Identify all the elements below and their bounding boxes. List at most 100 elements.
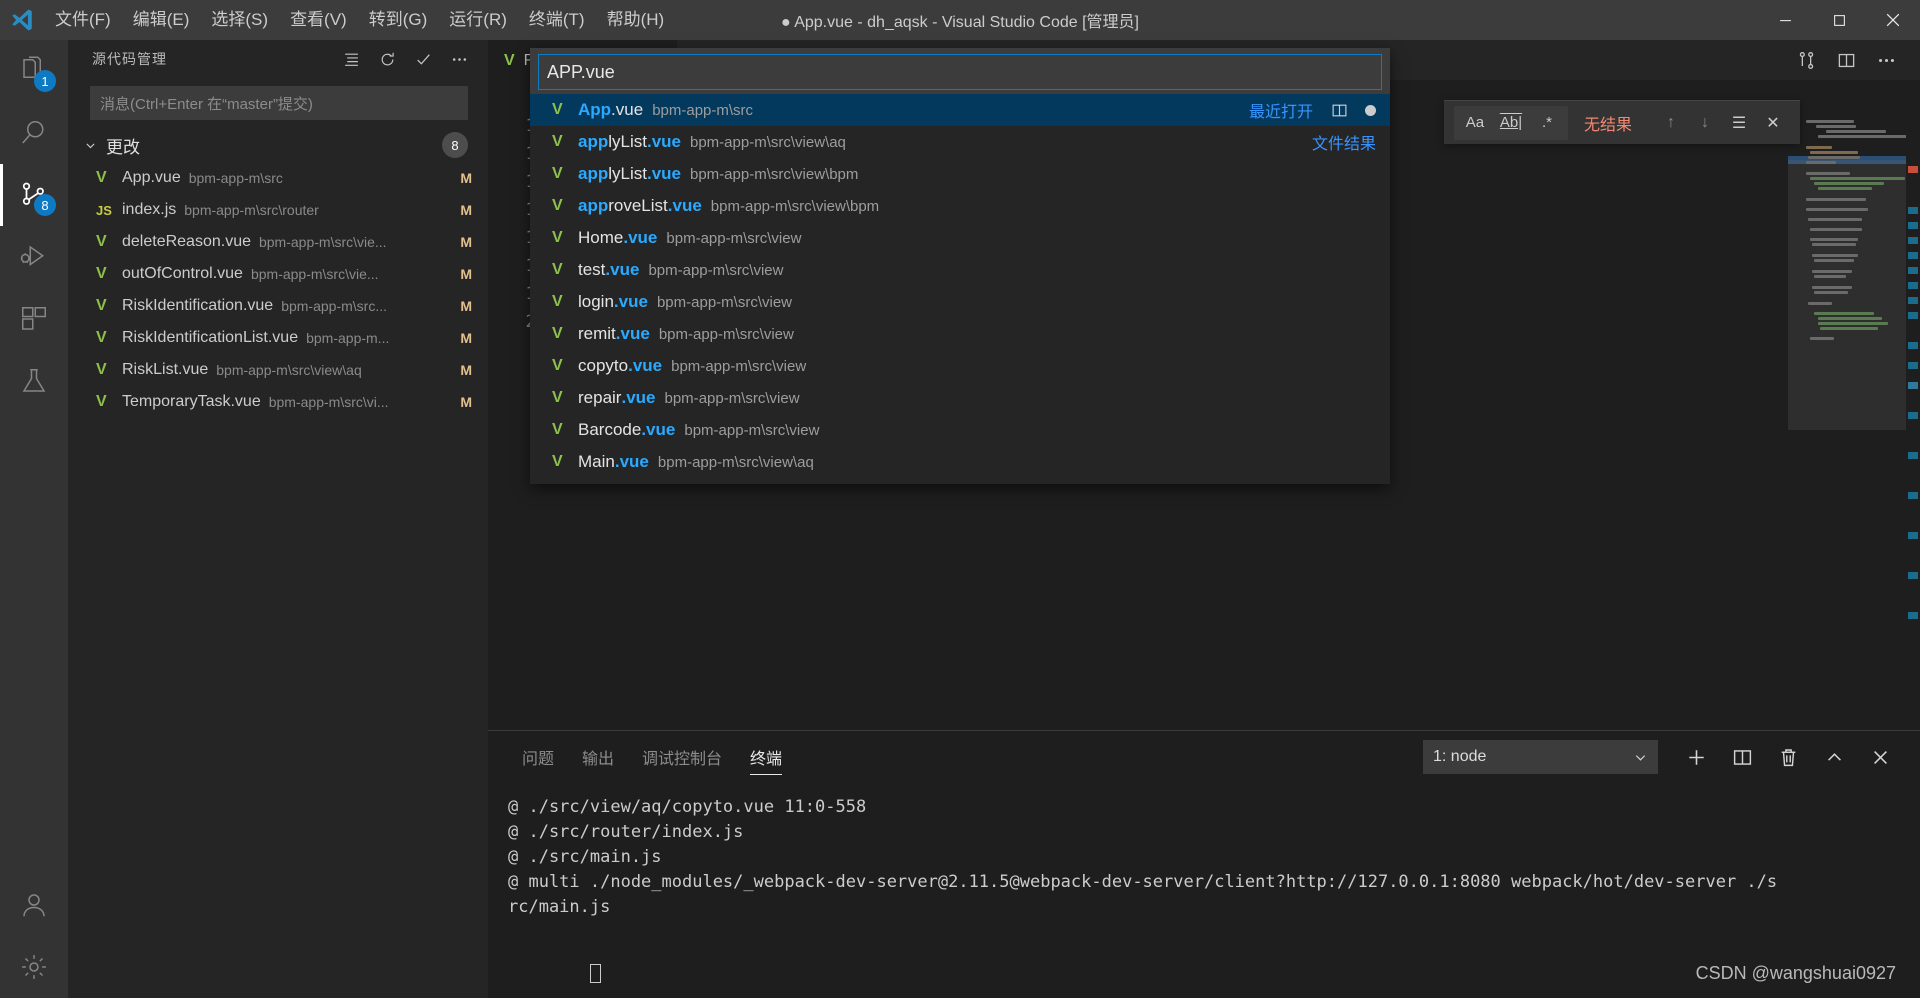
quick-open-item[interactable]: V Main.vue bpm-app-m\src\view\aq [530, 446, 1390, 478]
menu-selection[interactable]: 选择(S) [200, 0, 279, 40]
quick-open-item[interactable]: Vtest.vue bpm-app-m\src\view [530, 254, 1390, 286]
overview-change-mark [1908, 382, 1918, 389]
whole-word-icon[interactable]: Ab| [1496, 109, 1526, 137]
scm-status-letter: M [460, 266, 472, 282]
quick-open-item[interactable]: V Home.vue bpm-app-m\src\view [530, 222, 1390, 254]
minimap-line [1808, 302, 1832, 305]
minimap-line [1818, 317, 1882, 320]
panel-tab-terminal[interactable]: 终端 [736, 737, 796, 777]
scm-status-letter: M [460, 362, 472, 378]
menu-edit[interactable]: 编辑(E) [122, 0, 201, 40]
refresh-icon[interactable] [372, 44, 402, 74]
quick-open-item-meta: 文件结果 [1312, 130, 1376, 154]
maximize-button[interactable] [1812, 0, 1866, 40]
activity-search-icon[interactable] [0, 102, 68, 164]
menu-file[interactable]: 文件(F) [44, 0, 122, 40]
window-controls[interactable] [1758, 0, 1920, 40]
quick-open-item[interactable]: V App.vue bpm-app-m\src 最近打开 [530, 94, 1390, 126]
menu-help[interactable]: 帮助(H) [596, 0, 676, 40]
commit-message-input[interactable]: 消息(Ctrl+Enter 在“master”提交) [90, 86, 468, 120]
quick-open-item[interactable]: Vcopyto.vue bpm-app-m\src\view [530, 350, 1390, 382]
minimap-line [1816, 125, 1856, 128]
vue-file-icon: V [552, 389, 563, 406]
menu-go[interactable]: 转到(G) [358, 0, 439, 40]
quick-open-item[interactable]: VapplyList.vue bpm-app-m\src\view\aq 文件结果 [530, 126, 1390, 158]
commit-checkmark-icon[interactable] [408, 44, 438, 74]
overview-change-mark [1908, 282, 1918, 289]
scm-change-row[interactable]: V RiskIdentification.vue bpm-app-m\src... M [68, 290, 488, 322]
scm-status-letter: M [460, 170, 472, 186]
quick-open-item[interactable]: Vrepair.vue bpm-app-m\src\view [530, 382, 1390, 414]
remove-from-recently-opened-icon[interactable] [1365, 104, 1376, 116]
match-case-icon[interactable]: Aa [1460, 109, 1490, 137]
scm-change-row[interactable]: VoutOfControl.vue bpm-app-m\src\vie... M [68, 258, 488, 290]
quick-open-item[interactable]: Vremit.vue bpm-app-m\src\view [530, 318, 1390, 350]
menu-run[interactable]: 运行(R) [438, 0, 518, 40]
minimap[interactable] [1788, 112, 1908, 730]
maximize-panel-icon[interactable] [1812, 737, 1856, 777]
quick-open-item[interactable]: VapplyList.vue bpm-app-m\src\view\bpm [530, 158, 1390, 190]
quick-open-item-path: bpm-app-m\src\view [684, 421, 820, 439]
scm-change-row[interactable]: V RiskIdentificationList.vue bpm-app-m... M [68, 322, 488, 354]
kill-terminal-icon[interactable] [1766, 737, 1810, 777]
activity-source-control-icon[interactable]: 8 [0, 164, 68, 226]
scm-change-row[interactable]: VdeleteReason.vue bpm-app-m\src\vie... M [68, 226, 488, 258]
quick-open-item-name: repair.vue [578, 388, 656, 407]
scm-file-path: bpm-app-m\src\view\aq [216, 362, 362, 378]
open-to-side-icon[interactable] [1327, 98, 1351, 122]
activity-testing-icon[interactable] [0, 350, 68, 412]
quick-open-item[interactable]: Vlogin.vue bpm-app-m\src\view [530, 286, 1390, 318]
quick-open-item[interactable]: VapproveList.vue bpm-app-m\src\view\bpm [530, 190, 1390, 222]
activity-explorer-icon[interactable]: 1 [0, 40, 68, 102]
use-regex-icon[interactable]: .* [1532, 109, 1562, 137]
scm-file-name: outOfControl.vue [122, 265, 243, 282]
find-in-selection-icon[interactable]: ☰ [1722, 106, 1756, 140]
panel-header: 问题 输出 调试控制台 终端 1: node [488, 731, 1920, 777]
close-find-icon[interactable]: ✕ [1756, 106, 1790, 140]
sidebar-actions [336, 44, 488, 74]
scm-file-name: index.js [122, 201, 177, 218]
quick-open-item[interactable]: V Barcode.vue bpm-app-m\src\view [530, 414, 1390, 446]
open-changes-icon[interactable] [1788, 40, 1824, 80]
vue-file-icon: V [96, 233, 107, 250]
scm-change-row[interactable]: JS index.js bpm-app-m\src\router M [68, 194, 488, 226]
more-actions-icon[interactable] [444, 44, 474, 74]
terminal-line: @ multi ./node_modules/_webpack-dev-serv… [508, 872, 1778, 892]
minimap-line [1812, 254, 1858, 257]
scm-change-row[interactable]: V RiskList.vue bpm-app-m\src\view\aq M [68, 354, 488, 386]
minimize-button[interactable] [1758, 0, 1812, 40]
find-next-icon[interactable]: ↓ [1688, 106, 1722, 140]
split-terminal-icon[interactable] [1720, 737, 1764, 777]
overview-ruler[interactable] [1906, 112, 1920, 730]
menu-view[interactable]: 查看(V) [279, 0, 358, 40]
activity-extensions-icon[interactable] [0, 288, 68, 350]
activity-settings-gear-icon[interactable] [0, 936, 68, 998]
quick-open-item-path: bpm-app-m\src\view\bpm [690, 165, 859, 183]
close-panel-icon[interactable] [1858, 737, 1902, 777]
panel-tab-output[interactable]: 输出 [568, 737, 628, 777]
menu-terminal[interactable]: 终端(T) [518, 0, 596, 40]
terminal-select[interactable]: 1: node [1423, 740, 1658, 774]
activity-run-debug-icon[interactable] [0, 226, 68, 288]
quick-open-input[interactable] [538, 54, 1382, 90]
more-editor-actions-icon[interactable] [1868, 40, 1904, 80]
find-previous-icon[interactable]: ↑ [1654, 106, 1688, 140]
vue-file-icon: V [552, 165, 563, 182]
minimap-line [1818, 187, 1872, 190]
panel-tab-debug-console[interactable]: 调试控制台 [628, 737, 736, 777]
changes-group-header[interactable]: 更改 8 [68, 128, 488, 162]
menu-bar[interactable]: 文件(F) 编辑(E) 选择(S) 查看(V) 转到(G) 运行(R) 终端(T… [44, 0, 675, 40]
view-as-tree-icon[interactable] [336, 44, 366, 74]
scm-file-path: bpm-app-m\src\vie... [258, 234, 387, 250]
vue-file-icon: V [96, 265, 107, 282]
quick-open-item-path: bpm-app-m\src\view [658, 325, 794, 343]
scm-change-row[interactable]: V App.vue bpm-app-m\src M [68, 162, 488, 194]
vue-file-icon: V [96, 393, 107, 410]
close-button[interactable] [1866, 0, 1920, 40]
overview-change-mark [1908, 222, 1918, 229]
panel-tab-problems[interactable]: 问题 [508, 737, 568, 777]
new-terminal-icon[interactable] [1674, 737, 1718, 777]
scm-change-row[interactable]: V TemporaryTask.vue bpm-app-m\src\vi... M [68, 386, 488, 418]
activity-accounts-icon[interactable] [0, 874, 68, 936]
split-editor-icon[interactable] [1828, 40, 1864, 80]
